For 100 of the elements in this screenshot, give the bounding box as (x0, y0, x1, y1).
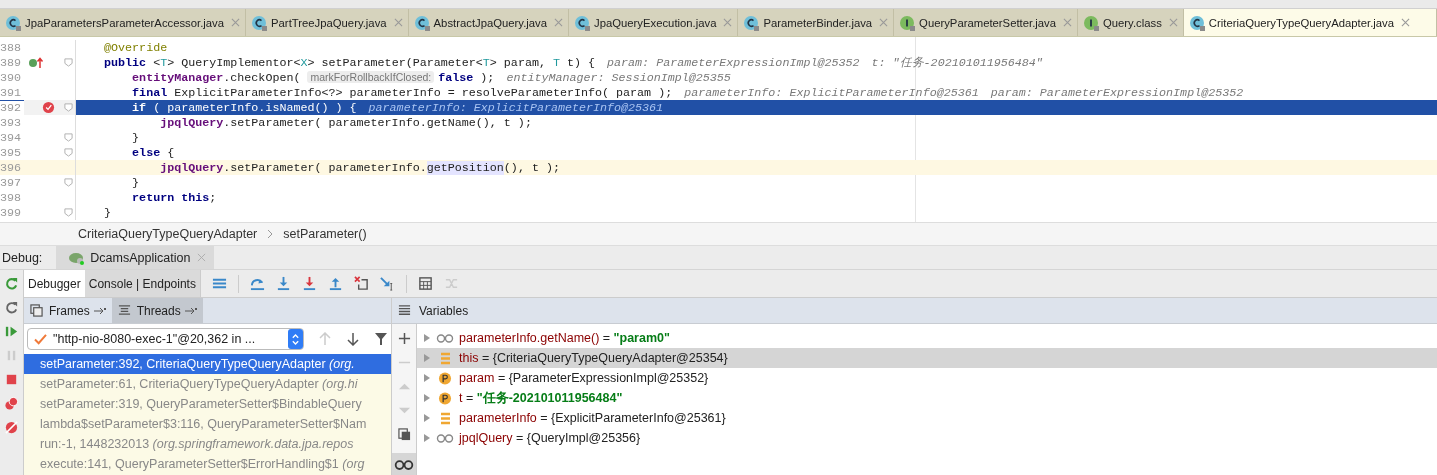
editor-tab[interactable]: CriteriaQueryTypeQueryAdapter.java (1183, 9, 1437, 36)
close-icon[interactable] (231, 18, 241, 27)
close-icon[interactable] (1063, 18, 1072, 27)
debugger-tab[interactable]: Debugger (24, 270, 85, 297)
inline-value-hint: t: "任务-202101011956484" (871, 55, 1043, 70)
watch-icon (436, 431, 454, 445)
close-icon[interactable] (1401, 18, 1411, 27)
code-line: } (103, 205, 112, 220)
code-line: entityManager.checkOpen( markForRollbackIfClosed: false ); (131, 70, 495, 85)
mute-breakpoints-icon[interactable] (4, 420, 19, 435)
line-number: 397 (0, 175, 23, 190)
drop-frame-icon[interactable] (353, 276, 369, 291)
line-number: 396 (0, 160, 23, 175)
line-number: 394 (0, 130, 23, 145)
code-line: final ExplicitParameterInfo<?> parameterInfo = resolveParameterInfo( param ); (131, 85, 673, 100)
trace-icon (443, 276, 459, 291)
step-over-icon[interactable] (249, 276, 265, 291)
editor-tab[interactable]: AbstractJpaQuery.java (408, 9, 569, 36)
session-tab[interactable]: DcamsApplication (56, 246, 215, 269)
class-icon (743, 14, 760, 31)
class-icon (574, 14, 590, 31)
menu-icon[interactable] (211, 276, 227, 291)
code-line: return this; (131, 190, 217, 205)
close-icon[interactable] (393, 18, 403, 27)
close-icon[interactable] (1168, 18, 1178, 27)
editor-tab[interactable]: Query.class (1078, 9, 1184, 36)
inline-value-hint: param: ParameterExpressionImpl@25352 (990, 85, 1244, 100)
filter-icon[interactable] (374, 332, 388, 346)
run-to-cursor-icon[interactable] (379, 276, 395, 291)
stack-frame[interactable]: setParameter:319, QueryParameterSetter$BindableQuery (24, 394, 391, 414)
panel-tab[interactable]: Frames (24, 298, 112, 323)
list-icon (398, 304, 411, 317)
variable-entry[interactable]: parameterInfo = {ExplicitParameterInfo@25361} (459, 411, 726, 425)
editor-tab[interactable]: JpaQueryExecution.java (569, 9, 739, 36)
variable-entry[interactable]: jpqlQuery = {QueryImpl@25356} (459, 431, 641, 445)
line-number: 388 (0, 40, 23, 55)
copy-icon[interactable] (397, 428, 411, 441)
panel-title: Variables (419, 303, 469, 318)
breakpoints-icon[interactable] (4, 396, 19, 411)
editor-tab[interactable]: JpaParametersParameterAccessor.java (0, 9, 247, 36)
interface-icon (1083, 14, 1099, 31)
line-number: 390 (0, 70, 23, 85)
thread-dropdown[interactable]: "http-nio-8080-exec-1"@20,362 in ... (27, 328, 304, 350)
force-step-into-icon[interactable] (301, 276, 317, 291)
check-icon (34, 333, 47, 345)
stack-frame[interactable]: setParameter:61, CriteriaQueryTypeQueryAdapter (org.hi (24, 374, 391, 394)
stack-frame[interactable]: setParameter:392, CriteriaQueryTypeQueryAdapter (org. (24, 354, 391, 374)
class-icon (413, 14, 430, 31)
variable-entry[interactable]: t = "任务-202101011956484" (459, 389, 623, 407)
code-line: if ( parameterInfo.isNamed() ) { (131, 100, 357, 115)
fold-icon[interactable] (64, 178, 73, 187)
add-icon[interactable] (397, 332, 411, 345)
parameter-icon (436, 391, 454, 405)
implements-icon[interactable] (28, 55, 44, 70)
chevron-icon (267, 229, 274, 239)
line-number: 395 (0, 145, 23, 160)
line-number: 393 (0, 115, 23, 130)
fold-icon[interactable] (64, 148, 73, 157)
code-line: } (131, 130, 140, 145)
line-number: 398 (0, 190, 23, 205)
pin-arrow-icon (184, 306, 197, 315)
fold-icon[interactable] (64, 208, 73, 217)
debugger-tab[interactable]: Console | Endpoints (84, 270, 201, 297)
restart-icon[interactable] (4, 300, 19, 315)
variable-entry[interactable]: param = {ParameterExpressionImpl@25352} (459, 371, 709, 385)
arrow-down-icon[interactable] (346, 332, 360, 346)
arrow-up-icon[interactable] (318, 332, 332, 346)
rerun-icon[interactable] (4, 276, 19, 291)
calculator-icon[interactable] (417, 276, 433, 291)
threads-icon (117, 304, 131, 317)
inline-value-hint: entityManager: SessionImpl@25355 (506, 70, 731, 85)
fold-icon[interactable] (64, 58, 73, 67)
variable-entry[interactable]: this = {CriteriaQueryTypeQueryAdapter@25354} (459, 351, 728, 365)
panel-tab[interactable]: Threads (111, 298, 203, 323)
breadcrumb-item[interactable]: setParameter() (283, 227, 367, 241)
close-icon[interactable] (554, 18, 563, 27)
editor-tab[interactable]: QueryParameterSetter.java (894, 9, 1078, 36)
stack-frame[interactable]: lambda$setParameter$3:116, QueryParameterSetter$Nam (24, 414, 391, 434)
stop-icon[interactable] (4, 372, 19, 387)
editor-tab[interactable]: ParameterBinder.java (738, 9, 895, 36)
frames-icon (30, 304, 43, 317)
variable-entry[interactable]: parameterInfo.getName() = "param0" (459, 331, 670, 345)
fold-icon[interactable] (64, 103, 73, 112)
stack-frame[interactable]: execute:141, QueryParameterSetter$ErrorHandling$1 (org (24, 454, 391, 474)
editor-tab[interactable]: PartTreeJpaQuery.java (246, 9, 409, 36)
breakpoint-icon[interactable] (42, 101, 55, 114)
step-out-icon[interactable] (327, 276, 343, 291)
code-line: else { (131, 145, 175, 160)
glasses-icon[interactable] (392, 453, 416, 475)
resume-icon[interactable] (4, 324, 19, 339)
breadcrumb-item[interactable]: CriteriaQueryTypeQueryAdapter (78, 227, 258, 241)
tool-window-title: Debug: (1, 250, 44, 265)
close-icon[interactable] (197, 253, 207, 262)
line-number: 391 (0, 85, 23, 100)
close-icon[interactable] (723, 18, 733, 27)
step-into-icon[interactable] (275, 276, 291, 291)
fold-icon[interactable] (64, 133, 73, 142)
stack-frame[interactable]: run:-1, 1448232013 (org.springframework.data.jpa.repos (24, 434, 391, 454)
line-number: 399 (0, 205, 23, 220)
close-icon[interactable] (879, 18, 889, 27)
